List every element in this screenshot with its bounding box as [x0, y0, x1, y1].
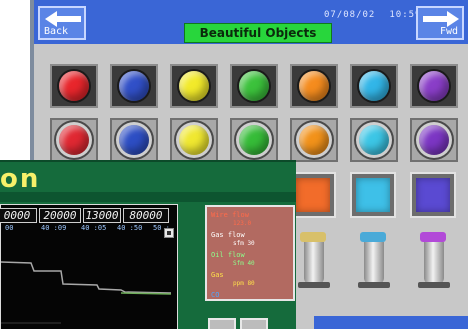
- light-lens: [119, 71, 149, 101]
- trend-line-gray: [1, 261, 172, 294]
- bezel-light-purple[interactable]: [410, 118, 458, 162]
- light-lens: [179, 71, 209, 101]
- tower-light-amber[interactable]: [292, 230, 336, 292]
- pilot-light-yellow[interactable]: [170, 64, 218, 108]
- pilot-light-cyan[interactable]: [350, 64, 398, 108]
- light-lens: [359, 125, 389, 155]
- tower-light-blue[interactable]: [352, 230, 396, 292]
- tower-stem: [304, 242, 324, 284]
- tower-cap: [300, 232, 326, 242]
- button-face: [296, 178, 330, 212]
- button-face: [416, 178, 450, 212]
- arrow-left-icon: [45, 11, 81, 27]
- pilot-light-red[interactable]: [50, 64, 98, 108]
- legend-gas-value: ppm 80: [233, 280, 255, 287]
- pilot-light-blue[interactable]: [110, 64, 158, 108]
- back-button[interactable]: Back: [38, 6, 86, 40]
- legend-wire-flow: Wire flow: [211, 211, 249, 219]
- legend-co: CO: [211, 291, 220, 299]
- light-lens: [299, 71, 329, 101]
- square-button-purple[interactable]: [410, 172, 456, 218]
- hmi-header-bar: Back 07/08/02 10:59 Beautiful Objects Fwd: [34, 0, 468, 44]
- button-face: [356, 178, 390, 212]
- light-lens: [419, 71, 449, 101]
- tower-stem: [364, 242, 384, 284]
- square-button-cyan[interactable]: [350, 172, 396, 218]
- bezel-light-green[interactable]: [230, 118, 278, 162]
- tower-base: [298, 282, 330, 288]
- legend-wire-flow-value: 123.0: [233, 220, 252, 227]
- light-lens: [419, 125, 449, 155]
- hmi-footer-bar: [314, 316, 468, 329]
- trend-graph: 0000 20000 13000 80000 00 40 :09 40 :05 …: [0, 204, 178, 329]
- trend-line-green: [120, 292, 172, 295]
- soft-key-1[interactable]: [208, 318, 236, 329]
- light-lens: [59, 71, 89, 101]
- bezel-light-yellow[interactable]: [170, 118, 218, 162]
- legend-gas-flow: Gas flow: [211, 231, 245, 239]
- square-button-orange[interactable]: [290, 172, 336, 218]
- forward-button[interactable]: Fwd: [416, 6, 464, 40]
- soft-key-2[interactable]: [240, 318, 268, 329]
- forward-button-label: Fwd: [439, 26, 458, 37]
- light-lens: [179, 125, 209, 155]
- tower-cap: [360, 232, 386, 242]
- trend-header-strip: [0, 192, 296, 202]
- light-lens: [239, 125, 269, 155]
- screenshot-collage: Back 07/08/02 10:59 Beautiful Objects Fwd: [0, 0, 468, 329]
- pilot-light-green[interactable]: [230, 64, 278, 108]
- light-lens: [119, 125, 149, 155]
- bezel-light-cyan[interactable]: [350, 118, 398, 162]
- pilot-light-purple[interactable]: [410, 64, 458, 108]
- light-lens: [59, 125, 89, 155]
- legend-oil-flow: Oil flow: [211, 251, 245, 259]
- tower-stem: [424, 242, 444, 284]
- screen-title: Beautiful Objects: [184, 23, 332, 43]
- legend-gas: Gas: [211, 271, 224, 279]
- trend-legend: Wire flow 123.0 Gas flow sfm 30 Oil flow…: [205, 205, 295, 301]
- light-lens: [359, 71, 389, 101]
- tower-light-purple[interactable]: [412, 230, 456, 292]
- arrow-right-icon: [423, 11, 459, 27]
- legend-oil-flow-value: Sfm 40: [233, 260, 255, 267]
- date-label: 07/08/02: [324, 10, 376, 20]
- bezel-light-orange[interactable]: [290, 118, 338, 162]
- tower-cap: [420, 232, 446, 242]
- trend-screen: on 0000 20000 13000 80000 00 40 :09 40 :…: [0, 160, 296, 329]
- pilot-light-orange[interactable]: [290, 64, 338, 108]
- light-lens: [239, 71, 269, 101]
- trend-plot-lines: [1, 261, 172, 324]
- back-button-label: Back: [44, 26, 69, 37]
- light-lens: [299, 125, 329, 155]
- bezel-light-blue[interactable]: [110, 118, 158, 162]
- tower-base: [418, 282, 450, 288]
- tower-base: [358, 282, 390, 288]
- bezel-light-red[interactable]: [50, 118, 98, 162]
- trend-title: on: [0, 164, 41, 194]
- legend-gas-flow-value: sfm 30: [233, 240, 255, 247]
